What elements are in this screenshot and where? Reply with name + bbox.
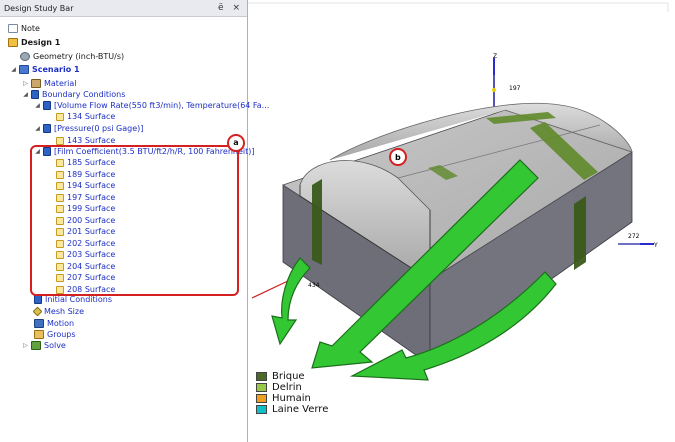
- legend-label: Humain: [272, 393, 311, 404]
- legend-item: Brique: [256, 371, 328, 382]
- solve-icon: [31, 341, 41, 350]
- tree-item-design[interactable]: Design 1: [8, 37, 60, 48]
- legend-swatch: [256, 394, 267, 403]
- model-strip-brique: [574, 196, 586, 270]
- initial-conditions-icon: [34, 295, 42, 304]
- material-legend: Brique Delrin Humain Laine Verre: [256, 371, 328, 415]
- tree-item-boundary-conditions[interactable]: ◢ Boundary Conditions: [22, 89, 125, 100]
- model-strip-brique: [312, 179, 322, 265]
- label-197: 197: [509, 85, 521, 92]
- tree-item-solve[interactable]: ▷ Solve: [22, 340, 66, 351]
- z-axis-marker: [492, 88, 496, 92]
- collapse-triangle-icon[interactable]: ◢: [10, 64, 17, 75]
- tree-item-motion[interactable]: Motion: [34, 318, 74, 329]
- legend-swatch: [256, 405, 267, 414]
- legend-item: Delrin: [256, 382, 328, 393]
- label-272: 272: [628, 233, 640, 240]
- y-axis-label: Y: [653, 242, 658, 249]
- mesh-size-icon: [32, 306, 43, 317]
- tree-item-note[interactable]: Note: [8, 23, 40, 34]
- legend-swatch: [256, 372, 267, 381]
- surface-icon: [56, 136, 64, 145]
- collapse-triangle-icon[interactable]: ◢: [22, 89, 29, 100]
- tree-item-mesh-size[interactable]: Mesh Size: [32, 306, 84, 317]
- tree-item-geometry[interactable]: Geometry (inch-BTU/s): [20, 51, 124, 62]
- geometry-icon: [20, 52, 30, 61]
- legend-swatch: [256, 383, 267, 392]
- label-434: 434: [308, 282, 320, 289]
- z-axis-label: Z: [493, 53, 497, 60]
- design-icon: [8, 38, 18, 47]
- legend-label: Laine Verre: [272, 404, 329, 415]
- collapse-triangle-icon[interactable]: ◢: [34, 100, 41, 111]
- tree-item-material[interactable]: ▷ Material: [22, 78, 77, 89]
- panel-title: Design Study Bar: [4, 4, 74, 13]
- legend-label: Delrin: [272, 382, 302, 393]
- panel-titlebar: Design Study Bar ё ×: [0, 0, 247, 17]
- tree-item-scenario[interactable]: ◢ Scenario 1: [10, 64, 80, 75]
- panel-title-buttons[interactable]: ё ×: [218, 0, 243, 17]
- boundary-conditions-icon: [31, 90, 39, 99]
- scenario-icon: [19, 65, 29, 74]
- tree-item-groups[interactable]: Groups: [34, 329, 76, 340]
- material-icon: [31, 79, 41, 88]
- surface-icon: [56, 112, 64, 121]
- indicator-arrow: [271, 257, 311, 346]
- expand-triangle-icon[interactable]: ▷: [22, 78, 29, 89]
- callout-b-badge: b: [395, 153, 401, 162]
- bc-icon: [43, 124, 51, 133]
- design-study-bar: Design Study Bar ё × Note Design 1 Geome…: [0, 0, 269, 442]
- motion-icon: [34, 319, 44, 328]
- bc-icon: [43, 101, 51, 110]
- note-icon: [8, 24, 18, 33]
- callout-a-badge: a: [227, 134, 245, 152]
- legend-item: Humain: [256, 393, 328, 404]
- groups-icon: [34, 330, 44, 339]
- tree-item-surface[interactable]: 134 Surface: [56, 111, 115, 122]
- tree-item-bc-pressure[interactable]: ◢ [Pressure(0 psi Gage)]: [34, 123, 143, 134]
- tree-item-bc-volume-flow[interactable]: ◢ [Volume Flow Rate(550 ft3/min), Temper…: [34, 100, 269, 111]
- legend-label: Brique: [272, 371, 305, 382]
- collapse-triangle-icon[interactable]: ◢: [34, 123, 41, 134]
- callout-a-highlight-box: [30, 145, 239, 296]
- expand-triangle-icon[interactable]: ▷: [22, 340, 29, 351]
- legend-item: Laine Verre: [256, 404, 328, 415]
